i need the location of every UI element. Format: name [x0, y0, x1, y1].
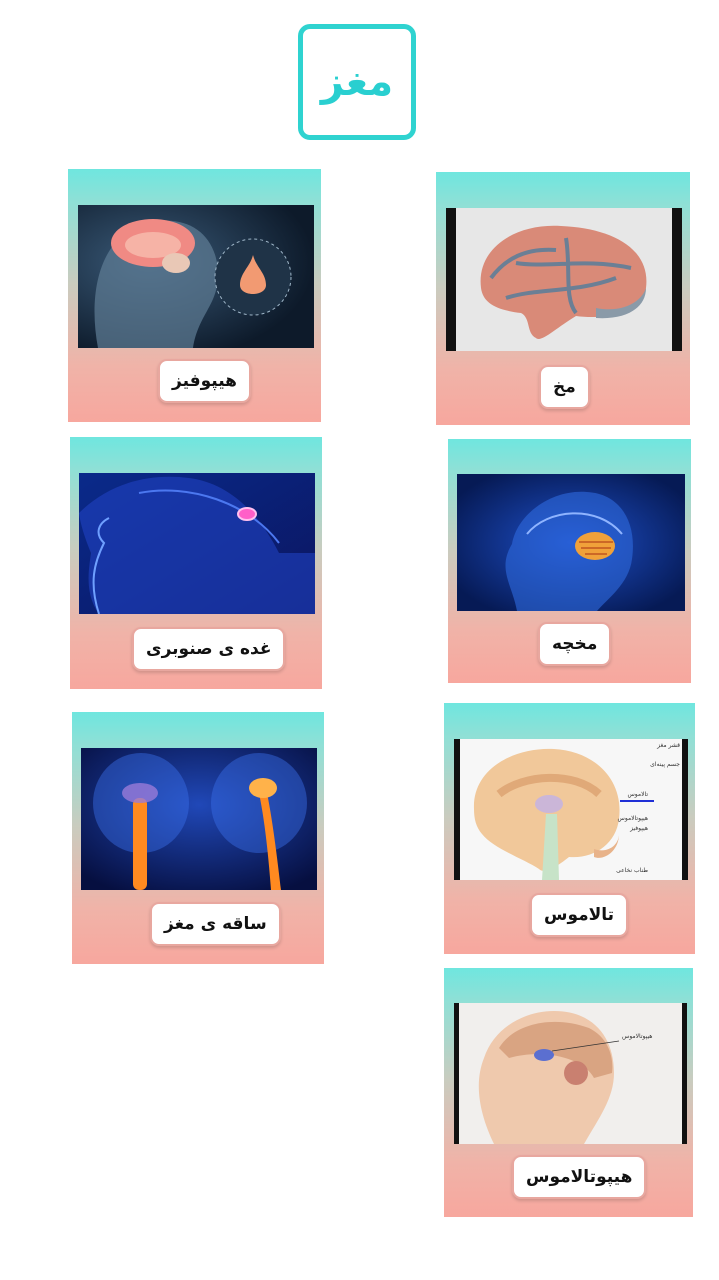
diagram-label: هیپوتالاموس — [622, 1033, 653, 1040]
thalamus-diagram-image: قشر مغز جسم پینه‌ای تالاموس هیپوتالاموس … — [454, 739, 688, 880]
page-title: مغز — [320, 59, 394, 105]
card-label: مخچه — [538, 622, 612, 666]
diagram-label: هیپوتالاموس — [617, 815, 648, 822]
card-brainstem[interactable]: ساقه ی مغز — [72, 712, 324, 964]
card-label: هیپوتالاموس — [512, 1155, 647, 1199]
pituitary-gland-image — [78, 205, 314, 348]
card-cerebrum[interactable]: مخ — [436, 172, 690, 425]
page-title-box: مغز — [298, 24, 416, 140]
card-thalamus[interactable]: قشر مغز جسم پینه‌ای تالاموس هیپوتالاموس … — [444, 703, 695, 954]
diagram-label: قشر مغز — [657, 742, 680, 749]
cerebellum-image — [457, 474, 685, 611]
diagram-label: هیپوفیز — [630, 825, 648, 832]
pineal-gland-image — [79, 473, 315, 614]
diagram-label: جسم پینه‌ای — [650, 761, 680, 768]
card-label: مخ — [539, 365, 590, 409]
brainstem-image — [81, 748, 317, 890]
card-label: تالاموس — [530, 893, 629, 937]
card-label: هیپوفیز — [158, 359, 251, 403]
card-pituitary[interactable]: هیپوفیز — [68, 169, 321, 422]
diagram-label: تالاموس — [627, 791, 648, 798]
diagram-label: طناب نخاعی — [616, 867, 648, 874]
hypothalamus-diagram-image: هیپوتالاموس — [454, 1003, 687, 1144]
thalamus-underline — [620, 800, 654, 802]
card-label: ساقه ی مغز — [150, 902, 281, 946]
card-label: غده ی صنوبری — [132, 627, 286, 671]
card-hypothalamus[interactable]: هیپوتالاموس هیپوتالاموس — [444, 968, 693, 1217]
card-pineal[interactable]: غده ی صنوبری — [70, 437, 322, 689]
card-cerebellum[interactable]: مخچه — [448, 439, 691, 683]
cerebrum-image — [446, 208, 682, 351]
